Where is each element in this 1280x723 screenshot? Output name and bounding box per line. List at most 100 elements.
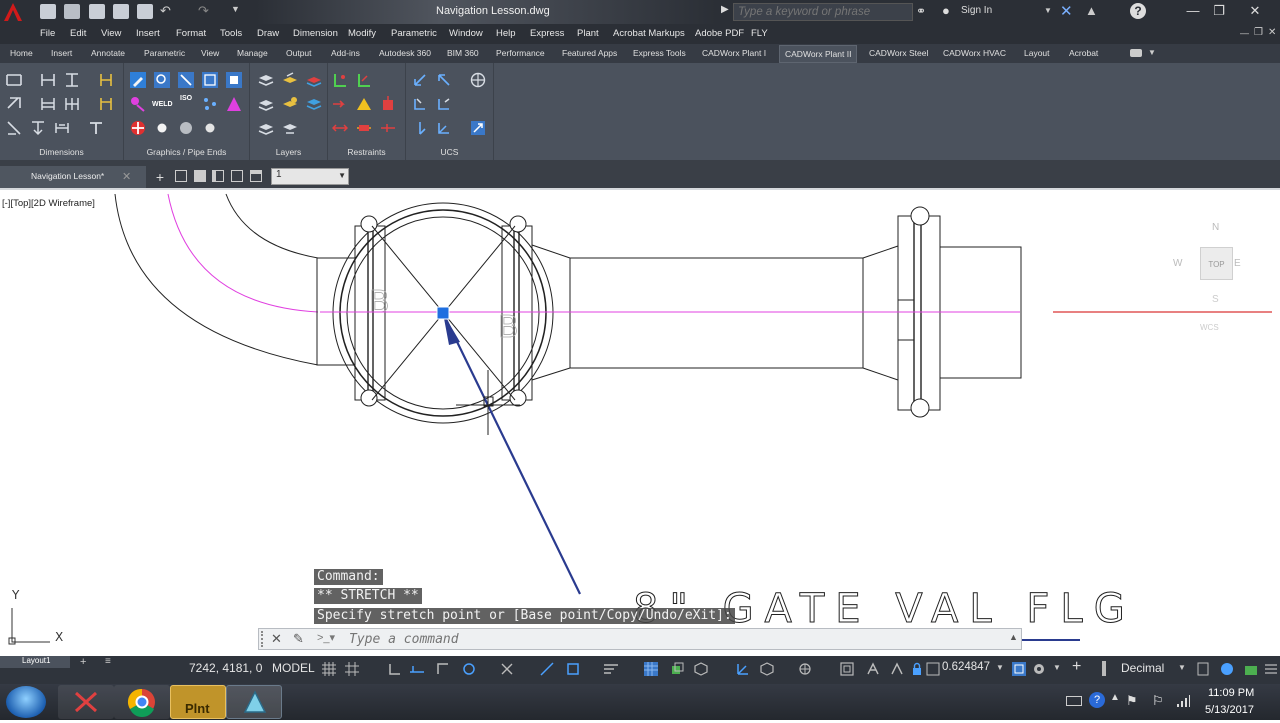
clock-time[interactable]: 11:09 PM xyxy=(1208,687,1254,699)
settings-gear-icon[interactable] xyxy=(1032,662,1046,676)
tab-autodesk-360[interactable]: Autodesk 360 xyxy=(379,48,431,58)
object-snap-tracking-icon[interactable] xyxy=(540,662,554,676)
close-button[interactable]: ✕ xyxy=(1242,2,1268,20)
minimize-button[interactable]: — xyxy=(1180,2,1206,20)
dim-linear-icon[interactable] xyxy=(40,72,56,88)
model-space-button[interactable]: MODEL xyxy=(272,661,315,675)
auto-scale-icon[interactable] xyxy=(890,662,904,676)
dim-vertical-icon[interactable] xyxy=(64,72,80,88)
restraint-arrow-icon[interactable] xyxy=(332,96,348,112)
undo-icon[interactable]: ↶ xyxy=(160,3,171,19)
autocad-taskbar-button[interactable] xyxy=(226,685,282,719)
workspace-icon[interactable] xyxy=(1012,662,1026,676)
network-signal-icon[interactable] xyxy=(1176,694,1190,708)
cmd-grip-icon[interactable] xyxy=(261,631,266,647)
new-icon[interactable] xyxy=(40,4,56,19)
transparency-icon[interactable] xyxy=(644,662,658,676)
tab-acrobat[interactable]: Acrobat xyxy=(1069,48,1098,58)
snap-icon[interactable] xyxy=(345,662,359,676)
menu-draw[interactable]: Draw xyxy=(257,28,279,39)
ucs-x-icon[interactable] xyxy=(412,96,428,112)
tab-express-tools[interactable]: Express Tools xyxy=(633,48,686,58)
layer-walk-small-icon[interactable] xyxy=(250,170,262,182)
dim-align-icon[interactable] xyxy=(98,72,114,88)
tray-expand-icon[interactable]: ▲ xyxy=(1110,692,1120,703)
tab-insert[interactable]: Insert xyxy=(51,48,72,58)
layer-state-icon[interactable] xyxy=(194,170,206,182)
zoom-graphic-icon[interactable] xyxy=(154,72,170,88)
menu-window[interactable]: Window xyxy=(449,28,483,39)
menu-restore-icon[interactable]: ❐ xyxy=(1254,27,1263,38)
dim-gap-icon[interactable] xyxy=(54,120,70,136)
menu-view[interactable]: View xyxy=(101,28,121,39)
hardware-acceleration-icon[interactable] xyxy=(1244,662,1258,676)
viewcube[interactable]: N W E TOP S WCS xyxy=(1170,215,1241,345)
tab-cadworx-plant-2[interactable]: CADWorx Plant II xyxy=(779,45,858,63)
end-dot-small-icon[interactable] xyxy=(202,120,218,136)
ucs-world-icon[interactable] xyxy=(412,72,428,88)
tab-home[interactable]: Home xyxy=(10,48,33,58)
dim-baseline-icon[interactable] xyxy=(40,96,56,112)
viewport-scale-icon[interactable] xyxy=(840,662,854,676)
restraint-spring-icon[interactable] xyxy=(356,120,372,136)
cmd-prompt-icon[interactable]: >_▾ xyxy=(317,631,335,644)
redo-icon[interactable]: ↷ xyxy=(198,3,209,19)
menu-modify[interactable]: Modify xyxy=(348,28,376,39)
layout-tab[interactable]: Layout1 xyxy=(0,656,70,668)
restraint-double-arrow-icon[interactable] xyxy=(332,120,348,136)
tab-annotate[interactable]: Annotate xyxy=(91,48,125,58)
dim-chain-icon[interactable] xyxy=(30,120,46,136)
flange-end-icon[interactable] xyxy=(130,120,146,136)
lineweight-icon[interactable] xyxy=(604,662,618,676)
annotation-scale-icon[interactable] xyxy=(926,662,940,676)
viewcube-west[interactable]: W xyxy=(1173,258,1182,269)
restraint-stop-icon[interactable] xyxy=(380,120,396,136)
user-icon[interactable]: ● xyxy=(942,3,950,18)
restraint-triangle-icon[interactable] xyxy=(356,96,372,112)
layout-menu-icon[interactable]: ≡ xyxy=(105,656,111,667)
maximize-button[interactable]: ❐ xyxy=(1206,2,1232,20)
cmd-close-icon[interactable]: ✕ xyxy=(271,631,282,647)
triangle-warning-icon[interactable] xyxy=(226,96,242,112)
menu-edit[interactable]: Edit xyxy=(70,28,86,39)
binoculars-icon[interactable]: ⚭ xyxy=(916,4,926,18)
open-icon[interactable] xyxy=(64,4,80,19)
layer-previous-icon[interactable] xyxy=(212,170,224,182)
layer-walk-icon[interactable] xyxy=(258,120,274,136)
drawing-units[interactable]: Decimal xyxy=(1121,661,1164,675)
exchange-icon[interactable]: ✕ xyxy=(1060,2,1073,20)
object-snap-icon[interactable] xyxy=(566,662,580,676)
gizmo-icon[interactable] xyxy=(760,662,774,676)
polar-icon[interactable] xyxy=(462,662,476,676)
plus-icon[interactable]: + xyxy=(1072,658,1081,676)
viewcube-south[interactable]: S xyxy=(1212,294,1219,305)
file-tab-close-icon[interactable]: ✕ xyxy=(122,170,131,183)
menu-insert[interactable]: Insert xyxy=(136,28,160,39)
menu-dimension[interactable]: Dimension xyxy=(293,28,338,39)
restraint-guide-icon[interactable] xyxy=(356,72,372,88)
units-dropdown-icon[interactable]: ▼ xyxy=(1178,663,1186,672)
drawing-area[interactable]: [-][Top][2D Wireframe] B B 8" GATE VAL F… xyxy=(0,188,1280,656)
tab-parametric[interactable]: Parametric xyxy=(144,48,185,58)
flag-tray-icon[interactable]: ⚐ xyxy=(1152,693,1164,709)
layer-isolate-icon[interactable] xyxy=(231,170,243,182)
cmd-customize-icon[interactable]: ✎ xyxy=(293,631,304,647)
qat-dropdown-icon[interactable]: ▼ xyxy=(231,4,240,14)
diagonal-graphic-icon[interactable] xyxy=(178,72,194,88)
ucs-z-icon[interactable] xyxy=(412,120,428,136)
clock-date[interactable]: 5/13/2017 xyxy=(1205,704,1254,716)
frame-graphic-icon[interactable] xyxy=(202,72,218,88)
file-tab-navigation-lesson[interactable]: Navigation Lesson* ✕ xyxy=(0,166,146,188)
menu-acrobat-markups[interactable]: Acrobat Markups xyxy=(613,28,685,39)
ucs-3point-icon[interactable] xyxy=(436,72,452,88)
tab-layout[interactable]: Layout xyxy=(1024,48,1050,58)
globe-icon[interactable] xyxy=(470,72,486,88)
lock-ui-icon[interactable] xyxy=(910,662,924,676)
save-icon[interactable] xyxy=(89,4,105,19)
menu-parametric[interactable]: Parametric xyxy=(391,28,437,39)
ribbon-dropdown-icon[interactable]: ▼ xyxy=(1148,48,1156,57)
ortho-icon[interactable] xyxy=(436,662,450,676)
cmd-history-arrow-icon[interactable]: ▲ xyxy=(1009,632,1018,642)
viewcube-top-face[interactable]: TOP xyxy=(1200,247,1233,280)
autocad-logo-icon[interactable] xyxy=(2,1,24,23)
